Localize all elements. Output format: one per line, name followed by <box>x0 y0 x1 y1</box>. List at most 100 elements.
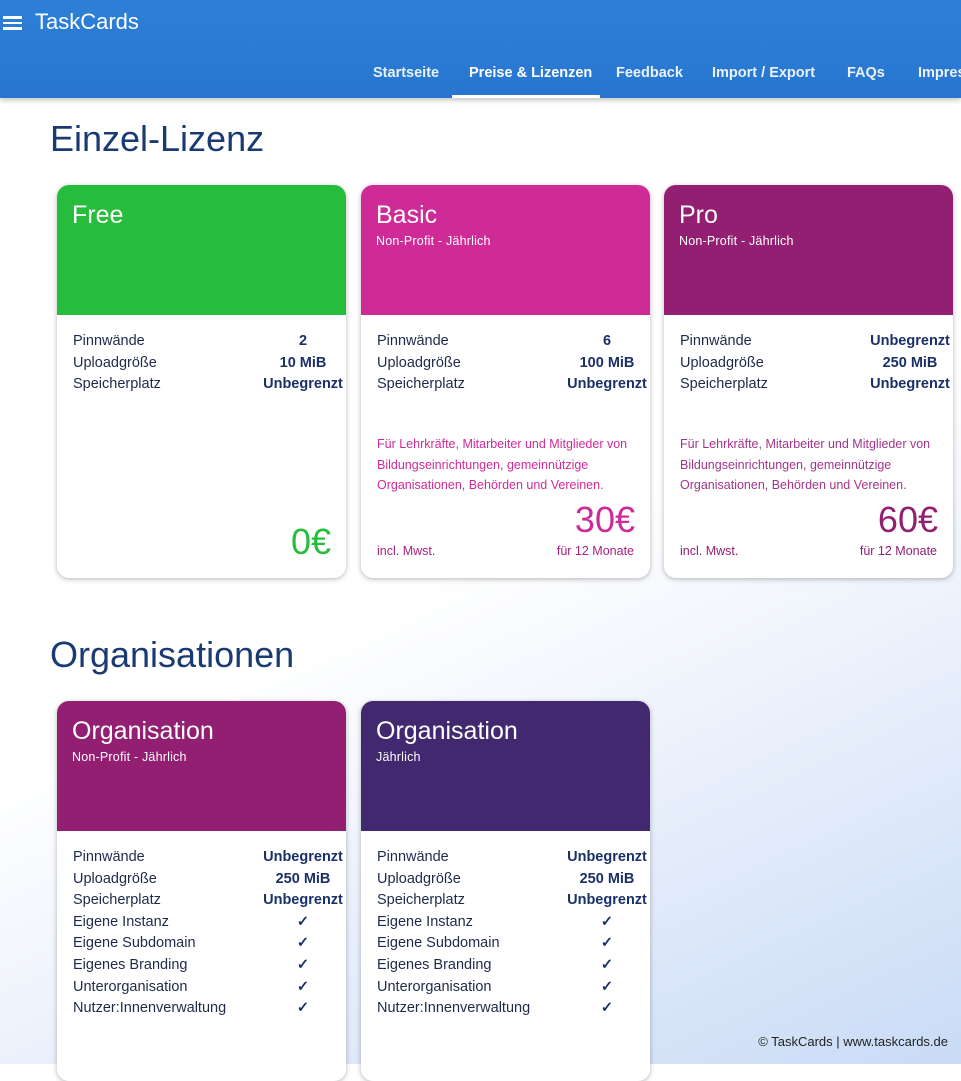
plan-card-header: Basic Non-Profit - Jährlich <box>361 185 650 315</box>
feature-label: Uploadgröße <box>377 354 461 371</box>
feature-row: Eigene Subdomain ✓ <box>377 933 650 955</box>
nav-import-export[interactable]: Import / Export <box>712 50 815 98</box>
feature-value: 250 MiB <box>275 870 331 887</box>
plan-card-basic[interactable]: Basic Non-Profit - Jährlich Pinnwände 6 U… <box>361 185 650 578</box>
feature-value: Unbegrenzt <box>870 376 950 393</box>
plan-title: Basic <box>376 201 438 229</box>
feature-value: Unbegrenzt <box>567 376 647 393</box>
nav-impressum[interactable]: Impres <box>918 50 961 98</box>
plan-card-header: Organisation Non-Profit - Jährlich <box>57 701 346 831</box>
feature-row: Nutzer:Innenverwaltung ✓ <box>73 998 346 1020</box>
nav-feedback[interactable]: Feedback <box>616 50 683 98</box>
hamburger-menu-icon[interactable] <box>3 13 23 31</box>
feature-row: Eigene Subdomain ✓ <box>73 933 346 955</box>
feature-row: Speicherplatz Unbegrenzt <box>377 890 650 912</box>
feature-label: Unterorganisation <box>377 978 492 995</box>
feature-row: Pinnwände 2 <box>73 331 346 353</box>
plan-subtitle: Jährlich <box>376 750 421 764</box>
nav-startseite[interactable]: Startseite <box>373 50 439 98</box>
plan-card-header: Organisation Jährlich <box>361 701 650 831</box>
check-icon: ✓ <box>296 913 310 930</box>
feature-value: Unbegrenzt <box>263 376 343 393</box>
feature-label: Eigenes Branding <box>73 956 188 973</box>
app-bar: TaskCards Startseite Preise & Lizenzen F… <box>0 0 961 98</box>
feature-row: Speicherplatz Unbegrenzt <box>377 374 650 396</box>
feature-value: 100 MiB <box>579 354 635 371</box>
feature-list: Pinnwände 6 Uploadgröße 100 MiB Speicherpl… <box>377 331 650 396</box>
plan-card-organisation-nonprofit[interactable]: Organisation Non-Profit - Jährlich Pinnw… <box>57 701 346 1081</box>
feature-value: 250 MiB <box>882 354 938 371</box>
feature-label: Pinnwände <box>377 333 449 349</box>
feature-label: Nutzer:Innenverwaltung <box>377 1000 531 1017</box>
footer-copyright[interactable]: © TaskCards | www.taskcards.de <box>758 1034 948 1049</box>
plan-price: 0€ <box>290 521 331 562</box>
feature-row: Pinnwände Unbegrenzt <box>377 847 650 869</box>
feature-value: Unbegrenzt <box>263 849 343 865</box>
feature-value: 10 MiB <box>279 354 327 371</box>
check-icon: ✓ <box>600 978 614 995</box>
feature-list: Pinnwände Unbegrenzt Uploadgröße 250 MiB S… <box>73 847 346 1020</box>
plan-description: Für Lehrkräfte, Mitarbeiter und Mitglied… <box>377 437 628 492</box>
feature-label: Speicherplatz <box>377 892 465 909</box>
feature-label: Uploadgröße <box>73 870 157 887</box>
feature-label: Pinnwände <box>377 849 449 865</box>
feature-row: Speicherplatz Unbegrenzt <box>73 374 346 396</box>
feature-label: Speicherplatz <box>73 892 161 909</box>
feature-value: Unbegrenzt <box>263 892 343 909</box>
plan-title: Organisation <box>72 717 214 745</box>
plan-description: Für Lehrkräfte, Mitarbeiter und Mitglied… <box>680 437 931 492</box>
plan-title: Free <box>72 201 124 229</box>
feature-row: Pinnwände 6 <box>377 331 650 353</box>
feature-label: Uploadgröße <box>73 354 157 371</box>
check-icon: ✓ <box>600 935 614 952</box>
check-icon: ✓ <box>600 956 614 973</box>
feature-row: Unterorganisation ✓ <box>377 977 650 999</box>
tax-note: incl. Mwst. <box>377 544 436 558</box>
feature-row: Pinnwände Unbegrenzt <box>73 847 346 869</box>
feature-label: Nutzer:Innenverwaltung <box>73 1000 227 1017</box>
nav-preise-lizenzen[interactable]: Preise & Lizenzen <box>469 50 592 98</box>
feature-row: Eigenes Branding ✓ <box>377 955 650 977</box>
nav-faqs[interactable]: FAQs <box>847 50 885 98</box>
feature-row: Nutzer:Innenverwaltung ✓ <box>377 998 650 1020</box>
feature-row: Unterorganisation ✓ <box>73 977 346 999</box>
plan-card-free[interactable]: Free Pinnwände 2 Uploadgröße 10 MiB Speich… <box>57 185 346 578</box>
feature-row: Speicherplatz Unbegrenzt <box>73 890 346 912</box>
plan-card-pro[interactable]: Pro Non-Profit - Jährlich Pinnwände Unbeg… <box>664 185 953 578</box>
feature-value: Unbegrenzt <box>567 849 647 865</box>
plan-card-header: Free <box>57 185 346 315</box>
feature-label: Pinnwände <box>680 333 752 349</box>
plan-price: 30€ <box>574 499 635 540</box>
feature-label: Uploadgröße <box>377 870 461 887</box>
feature-list: Pinnwände Unbegrenzt Uploadgröße 250 MiB S… <box>377 847 650 1020</box>
feature-row: Eigene Instanz ✓ <box>73 912 346 934</box>
feature-label: Eigene Subdomain <box>73 935 196 952</box>
feature-list: Pinnwände 2 Uploadgröße 10 MiB Speicherpla… <box>73 331 346 396</box>
feature-label: Speicherplatz <box>680 376 768 393</box>
feature-row: Uploadgröße 250 MiB <box>73 869 346 891</box>
feature-label: Eigenes Branding <box>377 956 492 973</box>
feature-label: Eigene Instanz <box>377 913 473 930</box>
feature-label: Speicherplatz <box>73 376 161 393</box>
feature-row: Eigene Instanz ✓ <box>377 912 650 934</box>
plan-card-header: Pro Non-Profit - Jährlich <box>664 185 953 315</box>
plan-subtitle: Non-Profit - Jährlich <box>679 234 794 248</box>
plan-title: Organisation <box>376 717 518 745</box>
feature-value: 6 <box>602 333 612 349</box>
plan-subtitle: Non-Profit - Jährlich <box>376 234 491 248</box>
plan-card-organisation[interactable]: Organisation Jährlich Pinnwände Unbegrenz… <box>361 701 650 1081</box>
check-icon: ✓ <box>296 956 310 973</box>
feature-row: Uploadgröße 250 MiB <box>377 869 650 891</box>
feature-label: Eigene Instanz <box>73 913 169 930</box>
feature-label: Eigene Subdomain <box>377 935 500 952</box>
feature-row: Eigenes Branding ✓ <box>73 955 346 977</box>
feature-row: Speicherplatz Unbegrenzt <box>680 374 953 396</box>
feature-row: Uploadgröße 250 MiB <box>680 353 953 375</box>
feature-value: Unbegrenzt <box>870 333 950 349</box>
feature-row: Uploadgröße 100 MiB <box>377 353 650 375</box>
check-icon: ✓ <box>296 935 310 952</box>
section-title-organisationen: Organisationen <box>50 634 295 675</box>
feature-label: Uploadgröße <box>680 354 764 371</box>
feature-label: Pinnwände <box>73 849 145 865</box>
app-title[interactable]: TaskCards <box>35 9 139 35</box>
